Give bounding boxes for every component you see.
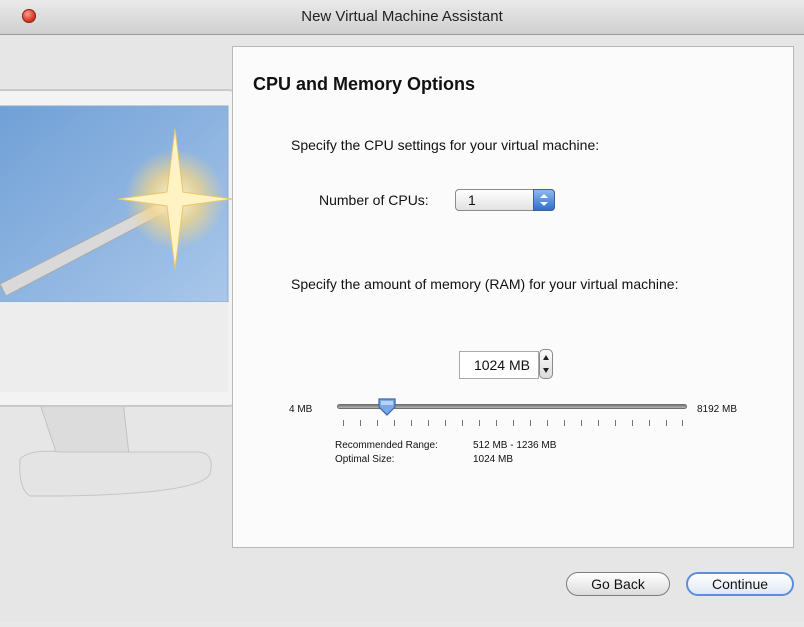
memory-prompt: Specify the amount of memory (RAM) for y… [291,276,679,292]
memory-slider-thumb[interactable] [377,397,397,417]
stepper-arrows-icon [543,355,549,373]
options-panel: CPU and Memory Options Specify the CPU s… [232,46,794,548]
cpu-count-label: Number of CPUs: [319,192,429,208]
memory-field[interactable]: 1024 MB [459,351,539,379]
memory-stepper[interactable] [539,349,553,379]
page-title: CPU and Memory Options [253,74,476,94]
assistant-window: New Virtual Machine Assistant CPU and Me… [0,0,804,622]
cpu-count-value: 1 [468,192,476,208]
go-back-button[interactable]: Go Back [566,572,670,596]
continue-button[interactable]: Continue [686,572,794,596]
cpu-count-select[interactable]: 1 [455,189,555,211]
slider-ticks [343,420,683,426]
window-title: New Virtual Machine Assistant [301,8,503,25]
slider-max-label: 8192 MB [697,404,738,415]
optimal-size-value: 1024 MB [473,454,514,465]
recommended-range-value: 512 MB - 1236 MB [473,440,557,451]
optimal-size-label: Optimal Size: [335,454,395,465]
updown-arrows-icon [533,189,555,211]
slider-min-label: 4 MB [289,404,313,415]
assistant-illustration [0,34,243,622]
title-bar: New Virtual Machine Assistant [0,0,804,35]
monitor-wand-icon [0,89,243,497]
recommended-range-label: Recommended Range: [335,440,438,451]
cpu-prompt: Specify the CPU settings for your virtua… [291,137,600,153]
memory-value: 1024 MB [473,357,530,373]
